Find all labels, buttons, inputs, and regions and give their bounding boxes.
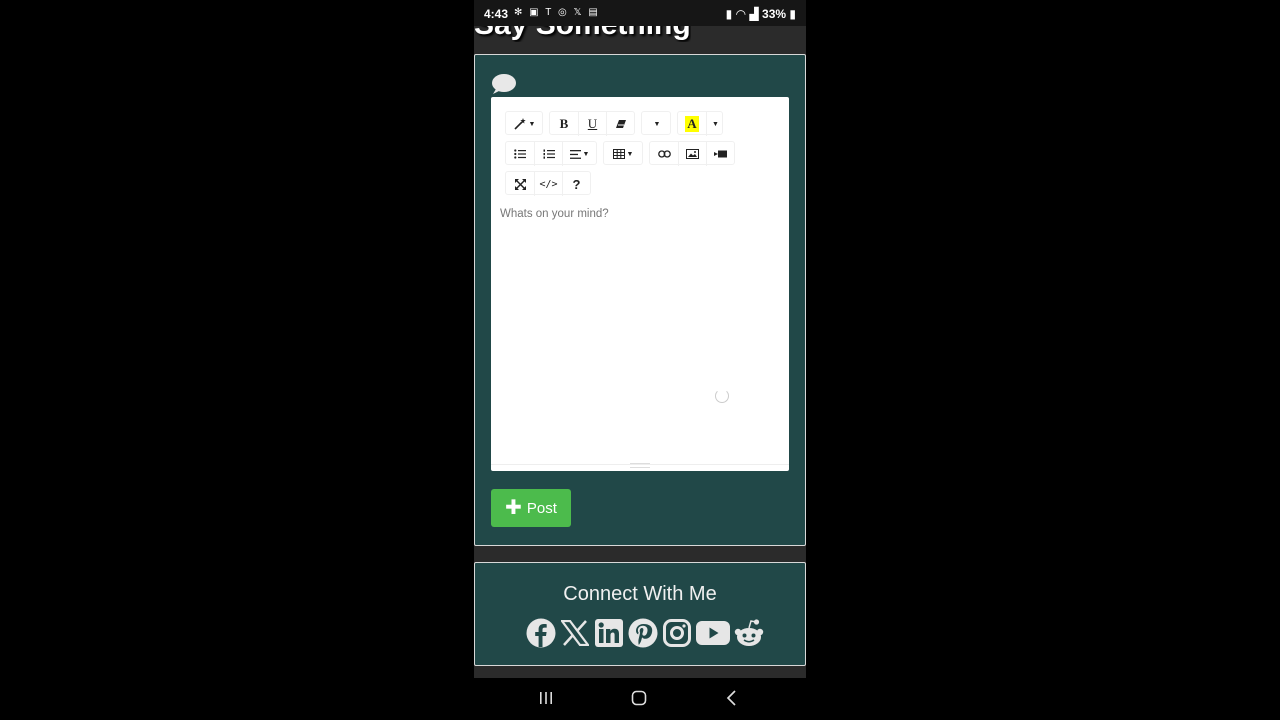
numbered-list-button[interactable] [534, 142, 562, 166]
linkedin-icon [595, 619, 623, 647]
social-links [525, 617, 765, 649]
align-icon [569, 149, 581, 159]
youtube-icon [696, 621, 730, 645]
recent-apps-icon[interactable] [539, 690, 553, 706]
font-color-button[interactable]: A [678, 112, 706, 136]
font-size-group: ▼ [641, 111, 671, 135]
clear-format-button[interactable] [606, 112, 634, 136]
linkedin-icon: ▣ [529, 7, 541, 18]
plus-icon: ✚ [505, 497, 522, 519]
reddit-link[interactable] [733, 617, 765, 649]
status-time: 4:43 [484, 7, 509, 21]
status-notification-icons: ✻ ▣ T ◎ 𝕏 ▤ [514, 7, 600, 18]
pinterest-icon [628, 618, 658, 648]
instagram-link[interactable] [661, 617, 693, 649]
toolbar-row-2: ▼ ▼ [505, 141, 735, 166]
editor-placeholder[interactable]: Whats on your mind? [500, 208, 609, 220]
screen-record-icon: ◎ [557, 7, 569, 18]
resize-grip-icon[interactable] [630, 463, 650, 468]
style-group: ▼ [505, 111, 543, 135]
link-button[interactable] [650, 142, 678, 166]
color-group: A ▼ [677, 111, 723, 136]
bold-button[interactable]: B [550, 112, 578, 136]
facebook-link[interactable] [525, 617, 557, 649]
font-size-dropdown[interactable]: ▼ [642, 112, 670, 136]
bullet-list-icon [514, 149, 526, 159]
reddit-icon [734, 619, 764, 646]
chevron-down-icon: ▼ [712, 120, 719, 128]
insert-group [649, 141, 735, 166]
toolbar-row-1: ▼ B U ▼ A ▼ [505, 111, 723, 136]
code-view-icon: </> [539, 178, 558, 190]
battery-percent: 33% [762, 7, 787, 21]
font-color-icon: A [685, 116, 699, 132]
format-group: B U [549, 111, 635, 136]
picture-button[interactable] [678, 142, 706, 166]
instagram-icon [663, 619, 691, 647]
list-group: ▼ [505, 141, 597, 166]
x-link[interactable] [559, 617, 591, 649]
paragraph-align-button[interactable]: ▼ [562, 142, 596, 166]
post-button[interactable]: ✚ Post [491, 489, 571, 527]
magic-wand-icon [513, 118, 526, 130]
chevron-down-icon: ▼ [582, 150, 590, 158]
youtube-link[interactable] [695, 617, 731, 649]
view-group: </> ? [505, 171, 591, 196]
android-nav-bar [474, 678, 806, 720]
color-dropdown[interactable]: ▼ [706, 112, 722, 136]
link-icon [657, 150, 671, 158]
post-card: ▼ B U ▼ A ▼ ▼ ▼ </> ? Whats on your mind… [474, 54, 806, 546]
connect-title: Connect With Me [563, 583, 717, 605]
pinterest-link[interactable] [627, 617, 659, 649]
phone-screen: Say Something 4:43 ✻ ▣ T ◎ 𝕏 ▤ ▮ ◠ ▟ 33%… [474, 0, 806, 720]
chevron-down-icon: ▼ [528, 120, 536, 128]
eraser-icon [615, 120, 626, 128]
fullscreen-button[interactable] [506, 172, 534, 196]
linkedin-link[interactable] [593, 617, 625, 649]
fullscreen-icon [514, 178, 526, 190]
table-button[interactable]: ▼ [604, 142, 642, 166]
home-icon[interactable] [631, 690, 647, 706]
help-button[interactable]: ? [562, 172, 590, 196]
toolbar-row-3: </> ? [505, 171, 591, 196]
post-button-label: Post [526, 499, 557, 517]
table-group: ▼ [603, 141, 643, 165]
chevron-down-icon: ▼ [653, 120, 661, 128]
speech-bubble-icon [492, 74, 516, 94]
code-view-button[interactable]: </> [534, 172, 562, 196]
gallery-icon: ▤ [588, 7, 600, 18]
battery-saver-icon: ▮ [725, 7, 733, 21]
app-icon: T [545, 7, 554, 18]
help-icon: ? [572, 176, 581, 192]
signal-icon: ▟ [749, 7, 759, 21]
connect-card: Connect With Me [474, 562, 806, 666]
chevron-down-icon: ▼ [626, 150, 634, 158]
bullet-list-button[interactable] [506, 142, 534, 166]
wifi-icon: ◠ [735, 7, 747, 21]
battery-icon: ▮ [789, 7, 796, 21]
video-button[interactable] [706, 142, 734, 166]
back-icon[interactable] [726, 690, 738, 706]
x-icon: 𝕏 [573, 7, 584, 18]
numbered-list-icon [543, 149, 555, 159]
fan-icon: ✻ [514, 7, 525, 18]
picture-icon [686, 149, 699, 159]
status-bar: 4:43 ✻ ▣ T ◎ 𝕏 ▤ ▮ ◠ ▟ 33% ▮ [474, 0, 806, 26]
loading-spinner-icon [715, 389, 729, 403]
x-icon [561, 620, 589, 646]
facebook-icon [526, 618, 556, 648]
video-icon [714, 150, 727, 158]
style-dropdown-button[interactable]: ▼ [506, 112, 542, 136]
table-icon [612, 149, 625, 159]
underline-button[interactable]: U [578, 112, 606, 136]
rich-text-editor[interactable]: ▼ B U ▼ A ▼ ▼ ▼ </> ? Whats on your mind… [491, 97, 789, 471]
status-system-icons: ▮ ◠ ▟ 33% ▮ [726, 7, 796, 21]
